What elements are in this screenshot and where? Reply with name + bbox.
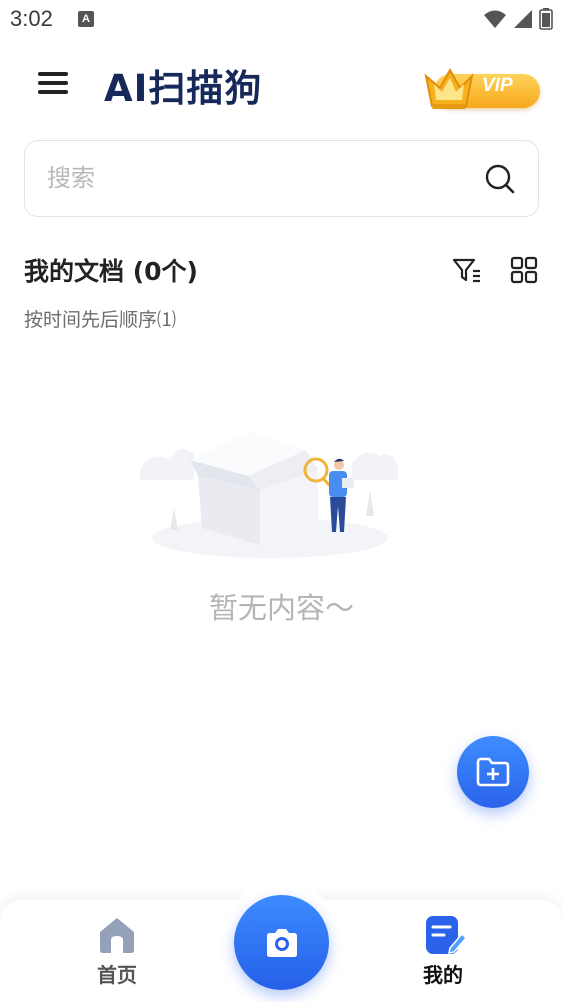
filter-icon[interactable] (452, 256, 482, 284)
nav-mine[interactable]: 我的 (398, 914, 488, 994)
vip-label: VIP (482, 75, 513, 96)
status-icons (483, 8, 553, 30)
new-folder-button[interactable] (457, 736, 529, 808)
battery-icon (539, 8, 553, 30)
nav-home[interactable]: 首页 (84, 914, 150, 994)
hamburger-icon[interactable] (36, 66, 70, 100)
app-title: AI扫描狗 (104, 67, 263, 110)
grid-view-icon[interactable] (510, 256, 538, 284)
section-title: 我的文档 (0个) (24, 257, 198, 286)
camera-button[interactable] (234, 895, 329, 990)
empty-box-illustration (140, 432, 398, 558)
status-time: 3:02 (10, 6, 53, 31)
home-icon (100, 918, 134, 953)
search-input[interactable] (47, 141, 467, 215)
notification-icon: A (78, 11, 94, 27)
search-icon[interactable] (484, 163, 516, 195)
app-header: AI扫描狗 VIP (0, 50, 563, 120)
vip-button[interactable]: VIP (420, 67, 542, 112)
signal-icon (514, 10, 532, 28)
new-folder-icon (476, 757, 510, 787)
document-icon (426, 916, 468, 954)
sort-option[interactable]: 按时间先后顺序⑴ (24, 305, 176, 332)
search-bar[interactable] (24, 140, 539, 217)
nav-home-label: 首页 (97, 963, 137, 987)
empty-state-text: 暂无内容～ (208, 591, 354, 625)
camera-icon (266, 928, 297, 957)
wifi-icon (484, 10, 506, 28)
crown-icon (424, 67, 474, 109)
nav-mine-label: 我的 (423, 963, 463, 987)
status-bar: 3:02 A (0, 0, 563, 40)
